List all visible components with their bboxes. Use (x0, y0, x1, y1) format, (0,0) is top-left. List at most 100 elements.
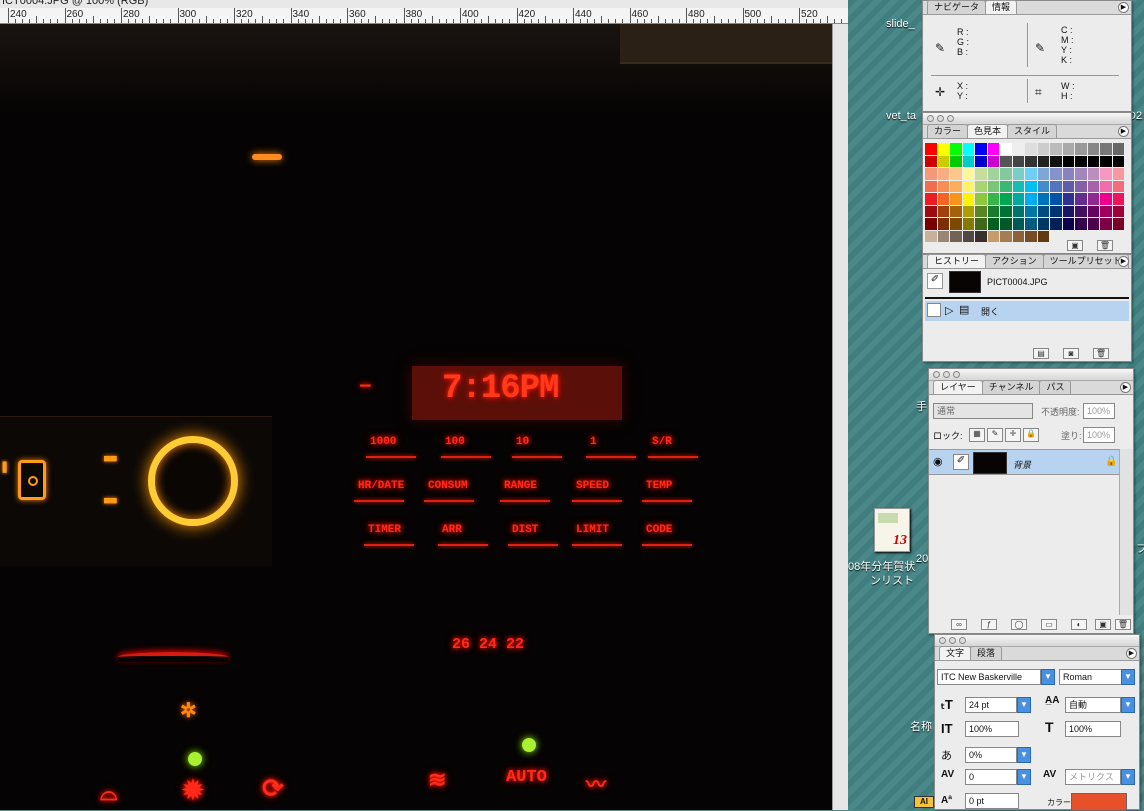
tab-info[interactable]: 情報 (985, 0, 1018, 14)
color-swatch[interactable] (1062, 168, 1074, 180)
tsume-dropdown-icon[interactable]: ▼ (1017, 747, 1031, 763)
font-family-select[interactable]: ITC New Baskerville (937, 669, 1041, 685)
color-swatch[interactable] (1037, 155, 1049, 167)
minimize-button[interactable] (949, 637, 956, 644)
color-swatch[interactable] (950, 218, 962, 230)
color-swatch[interactable] (1087, 205, 1099, 217)
eye-icon[interactable]: ◉ (933, 455, 947, 469)
color-swatch[interactable] (1087, 168, 1099, 180)
vertical-scale-input[interactable]: 100% (965, 721, 1019, 737)
tab-navigator[interactable]: ナビゲータ (927, 0, 987, 14)
color-swatch[interactable] (937, 180, 949, 192)
ai-file-icon[interactable]: AI (914, 796, 934, 808)
font-size-dropdown-icon[interactable]: ▼ (1017, 697, 1031, 713)
tab-styles[interactable]: スタイル (1007, 124, 1058, 138)
color-swatch[interactable] (1062, 180, 1074, 192)
color-swatch[interactable] (975, 155, 987, 167)
zoom-button[interactable] (953, 371, 960, 378)
kerning-input[interactable]: 0 (965, 769, 1017, 785)
color-swatch[interactable] (1112, 180, 1124, 192)
color-swatch[interactable] (937, 155, 949, 167)
color-swatch[interactable] (962, 155, 974, 167)
color-swatch[interactable] (1112, 230, 1124, 242)
mask-icon[interactable]: ◯ (1011, 619, 1027, 630)
panel-menu-icon[interactable]: ▶ (1118, 126, 1129, 137)
blend-mode-select[interactable]: 通常 (933, 403, 1033, 419)
color-swatch[interactable] (1112, 218, 1124, 230)
color-swatch[interactable] (1112, 168, 1124, 180)
color-swatch[interactable] (987, 230, 999, 242)
color-swatch[interactable] (1012, 230, 1024, 242)
color-swatch[interactable] (1025, 230, 1037, 242)
color-swatch[interactable] (1100, 205, 1112, 217)
opacity-input[interactable]: 100% (1083, 403, 1115, 419)
color-swatch[interactable] (925, 155, 937, 167)
color-swatch[interactable] (1012, 205, 1024, 217)
color-swatch[interactable] (1112, 155, 1124, 167)
color-swatch[interactable] (1012, 155, 1024, 167)
color-swatch[interactable] (1112, 193, 1124, 205)
color-swatch[interactable] (1000, 230, 1012, 242)
color-swatch[interactable] (1075, 143, 1087, 155)
layer-row[interactable]: ◉ ✐ 背景 🔒 (929, 449, 1119, 475)
color-swatch[interactable] (950, 155, 962, 167)
new-layer-icon[interactable]: ▣ (1095, 619, 1111, 630)
color-swatch[interactable] (975, 230, 987, 242)
color-swatch[interactable] (937, 230, 949, 242)
close-button[interactable] (939, 637, 946, 644)
color-swatch[interactable] (937, 168, 949, 180)
horizontal-scale-input[interactable]: 100% (1065, 721, 1121, 737)
desktop-icon-nengajo[interactable]: 13 (874, 508, 910, 552)
color-swatch[interactable] (1062, 143, 1074, 155)
kerning-dropdown-icon[interactable]: ▼ (1017, 769, 1031, 785)
color-swatch[interactable] (1100, 218, 1112, 230)
brush-icon[interactable]: ✐ (953, 454, 969, 470)
tab-actions[interactable]: アクション (985, 254, 1044, 268)
color-swatch[interactable] (1062, 155, 1074, 167)
close-button[interactable] (933, 371, 940, 378)
color-swatch[interactable] (1087, 143, 1099, 155)
close-button[interactable] (927, 115, 934, 122)
color-swatch[interactable] (987, 218, 999, 230)
layer-thumbnail[interactable] (973, 452, 1007, 474)
color-swatch[interactable] (1087, 193, 1099, 205)
color-swatch[interactable] (962, 230, 974, 242)
snapshot-thumbnail[interactable] (949, 271, 981, 293)
baseline-shift-input[interactable]: 0 pt (965, 793, 1019, 809)
color-swatch[interactable] (1050, 180, 1062, 192)
tsume-input[interactable]: 0% (965, 747, 1017, 763)
color-swatch[interactable] (1037, 218, 1049, 230)
color-swatch[interactable] (937, 205, 949, 217)
color-swatch[interactable] (962, 218, 974, 230)
color-swatch[interactable] (1100, 155, 1112, 167)
color-swatch[interactable] (1025, 143, 1037, 155)
color-swatch[interactable] (1075, 155, 1087, 167)
color-swatch[interactable] (937, 218, 949, 230)
tab-swatches[interactable]: 色見本 (967, 124, 1009, 138)
color-swatch[interactable] (1000, 143, 1012, 155)
color-swatch[interactable] (925, 143, 937, 155)
desktop-icon-slide[interactable]: slide_ (886, 18, 915, 30)
color-swatch[interactable] (1000, 168, 1012, 180)
tab-character[interactable]: 文字 (939, 646, 972, 660)
color-swatch[interactable] (1050, 143, 1062, 155)
color-swatch[interactable] (1100, 180, 1112, 192)
color-swatch[interactable] (1050, 205, 1062, 217)
color-swatch[interactable] (1012, 168, 1024, 180)
adjustment-icon[interactable]: ◐ (1071, 619, 1087, 630)
color-swatch[interactable] (987, 193, 999, 205)
history-state-row[interactable]: ▷ ▤ 開く (925, 301, 1129, 321)
history-brush-icon[interactable]: ✐ (927, 273, 943, 289)
snapshot-name[interactable]: PICT0004.JPG (987, 277, 1048, 287)
new-document-from-state-icon[interactable]: ▤ (1033, 348, 1049, 359)
color-swatch[interactable] (987, 143, 999, 155)
lock-all-icon[interactable]: 🔒 (1023, 428, 1039, 442)
zoom-button[interactable] (947, 115, 954, 122)
tracking-input[interactable]: メトリクス (1065, 769, 1121, 785)
color-swatch[interactable] (975, 218, 987, 230)
color-swatch[interactable] (1025, 180, 1037, 192)
color-swatch[interactable] (937, 143, 949, 155)
color-swatch[interactable] (975, 143, 987, 155)
color-swatch[interactable] (1000, 218, 1012, 230)
zoom-button[interactable] (959, 637, 966, 644)
